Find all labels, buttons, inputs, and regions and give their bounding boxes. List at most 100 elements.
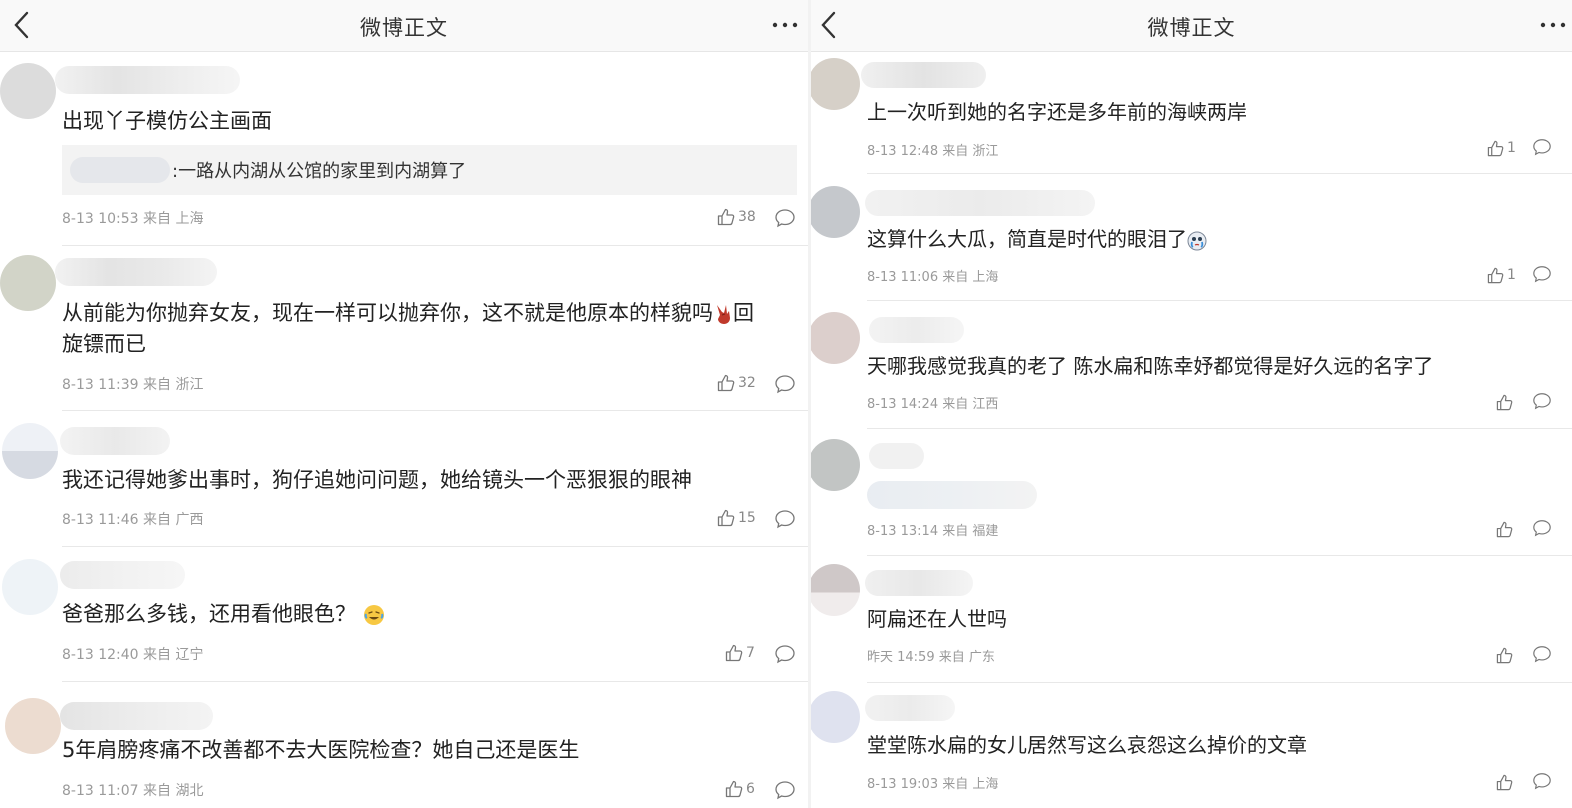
comment-item: 这算什么大瓜，简直是时代的眼泪了 8-13 11:06 来自 上海 1 — [811, 174, 1572, 300]
comment-location: 上海 — [972, 270, 999, 285]
comment-bubble-icon[interactable] — [774, 779, 796, 801]
comment-text: 阿扁还在人世吗 — [867, 607, 1007, 631]
comment-source: 来自 — [143, 783, 172, 799]
comment-time: 昨天 14:59 — [867, 650, 935, 665]
username-blurred[interactable] — [60, 427, 170, 455]
avatar[interactable] — [811, 186, 860, 238]
comment-time: 8-13 11:46 — [62, 512, 139, 528]
username-blurred[interactable] — [60, 702, 213, 730]
comment-source: 来自 — [143, 211, 172, 227]
thumb-up-icon — [717, 374, 735, 392]
username-blurred[interactable] — [865, 570, 973, 596]
like-count: 1 — [1507, 140, 1516, 156]
comment-text: 从前能为你抛弃女友，现在一样可以抛弃你，这不就是他原本的样貌吗回 旋镖而已 — [62, 298, 802, 360]
username-blurred[interactable] — [869, 317, 964, 343]
comment-source: 来自 — [143, 647, 172, 663]
comment-bubble-icon[interactable] — [1532, 771, 1552, 791]
username-blurred[interactable] — [865, 695, 955, 721]
top-nav-bar: 微博正文 — [811, 0, 1572, 52]
comment-text: 天哪我感觉我真的老了 陈水扁和陈幸妤都觉得是好久远的名字了 — [867, 354, 1434, 378]
comment-item: 出现丫子模仿公主画面 :一路从内湖从公馆的家里到内湖算了 8-13 10:53 … — [0, 0, 808, 246]
avatar[interactable] — [5, 698, 61, 754]
comment-text: 出现丫子模仿公主画面 — [62, 109, 272, 133]
avatar[interactable] — [811, 312, 860, 364]
comment-location: 浙江 — [972, 144, 999, 159]
username-blurred[interactable] — [861, 62, 986, 88]
comment-meta: 8-13 11:07 来自 湖北 — [62, 780, 203, 800]
like-button[interactable] — [1496, 644, 1516, 666]
avatar[interactable] — [2, 559, 58, 615]
comment-source: 来自 — [942, 397, 969, 412]
avatar[interactable] — [0, 63, 56, 119]
quoted-username-blurred — [70, 157, 170, 183]
comment-location: 湖北 — [175, 783, 204, 799]
comment-time: 8-13 11:39 — [62, 377, 139, 393]
username-blurred[interactable] — [55, 258, 217, 286]
thumb-up-icon — [1496, 521, 1513, 537]
more-icon[interactable] — [1538, 12, 1568, 38]
avatar[interactable] — [811, 439, 860, 491]
username-blurred[interactable] — [865, 190, 1095, 216]
like-count: 15 — [738, 510, 756, 526]
comment-item: 天哪我感觉我真的老了 陈水扁和陈幸妤都觉得是好久远的名字了 8-13 14:24… — [811, 301, 1572, 428]
quoted-reply-text: :一路从内湖从公馆的家里到内湖算了 — [172, 161, 467, 182]
comment-item: 8-13 13:14 来自 福建 — [811, 429, 1572, 555]
comment-time: 8-13 12:40 — [62, 647, 139, 663]
like-count: 38 — [738, 209, 756, 225]
username-blurred[interactable] — [869, 443, 924, 469]
thumb-up-icon — [1496, 774, 1513, 790]
comment-location: 浙江 — [175, 377, 204, 393]
comment-bubble-icon[interactable] — [774, 373, 796, 395]
like-button[interactable]: 15 — [717, 507, 756, 529]
comment-text: 5年肩膀疼痛不改善都不去大医院检查？她自己还是医生 — [62, 738, 580, 762]
comment-location: 江西 — [972, 397, 999, 412]
comment-bubble-icon[interactable] — [774, 508, 796, 530]
comment-item: 从前能为你抛弃女友，现在一样可以抛弃你，这不就是他原本的样貌吗回 旋镖而已 8-… — [0, 246, 808, 411]
comment-time: 8-13 11:07 — [62, 783, 139, 799]
laugh-cry-emoji-icon — [363, 605, 384, 625]
comment-bubble-icon[interactable] — [1532, 264, 1552, 284]
comment-source: 来自 — [942, 144, 969, 159]
comment-bubble-icon[interactable] — [774, 643, 796, 665]
comment-bubble-icon[interactable] — [1532, 391, 1552, 411]
comment-location: 广东 — [968, 650, 995, 665]
comment-bubble-icon[interactable] — [774, 207, 796, 229]
like-button[interactable]: 1 — [1487, 137, 1516, 159]
avatar[interactable] — [811, 691, 860, 743]
like-button[interactable]: 7 — [725, 642, 755, 664]
comment-bubble-icon[interactable] — [1532, 518, 1552, 538]
comment-meta: 8-13 11:39 来自 浙江 — [62, 374, 203, 394]
avatar[interactable] — [811, 564, 860, 616]
like-button[interactable] — [1496, 518, 1516, 540]
thumb-up-icon — [717, 208, 735, 226]
thumb-up-icon — [725, 644, 743, 662]
avatar[interactable] — [811, 58, 860, 110]
avatar[interactable] — [2, 423, 58, 479]
thumb-up-icon — [717, 509, 735, 527]
comment-text-line1: 从前能为你抛弃女友，现在一样可以抛弃你，这不就是他原本的样貌吗 — [62, 301, 713, 325]
username-blurred[interactable] — [55, 66, 240, 94]
like-button[interactable] — [1496, 391, 1516, 413]
comment-text-body: 这算什么大瓜，简直是时代的眼泪了 — [867, 227, 1187, 251]
comment-source: 来自 — [942, 524, 969, 539]
quoted-reply[interactable]: :一路从内湖从公馆的家里到内湖算了 — [62, 145, 797, 195]
comment-source: 来自 — [942, 777, 969, 792]
like-button[interactable]: 38 — [717, 206, 756, 228]
like-button[interactable]: 32 — [717, 372, 756, 394]
comment-item: 阿扁还在人世吗 昨天 14:59 来自 广东 — [811, 556, 1572, 682]
avatar[interactable] — [0, 255, 56, 311]
comment-location: 上海 — [972, 777, 999, 792]
comment-meta: 8-13 11:06 来自 上海 — [867, 266, 998, 285]
comment-text-blurred — [867, 481, 1037, 509]
comment-bubble-icon[interactable] — [1532, 644, 1552, 664]
like-button[interactable]: 6 — [725, 778, 755, 800]
like-button[interactable]: 1 — [1487, 264, 1516, 286]
comment-item: 我还记得她爹出事时，狗仔追她问问题，她给镜头一个恶狠狠的眼神 8-13 11:4… — [0, 411, 808, 547]
comment-item: 堂堂陈水扁的女儿居然写这么哀怨这么掉价的文章 8-13 19:03 来自 上海 — [811, 683, 1572, 808]
page-title: 微博正文 — [1147, 16, 1236, 40]
right-screenshot-panel: 微博正文 上一次听到她的名字还是多年前的海峡两岸 8-13 12:48 来自 浙… — [811, 0, 1572, 808]
comment-bubble-icon[interactable] — [1532, 137, 1552, 157]
comment-source: 来自 — [143, 377, 172, 393]
username-blurred[interactable] — [60, 561, 185, 589]
like-button[interactable] — [1496, 771, 1516, 793]
